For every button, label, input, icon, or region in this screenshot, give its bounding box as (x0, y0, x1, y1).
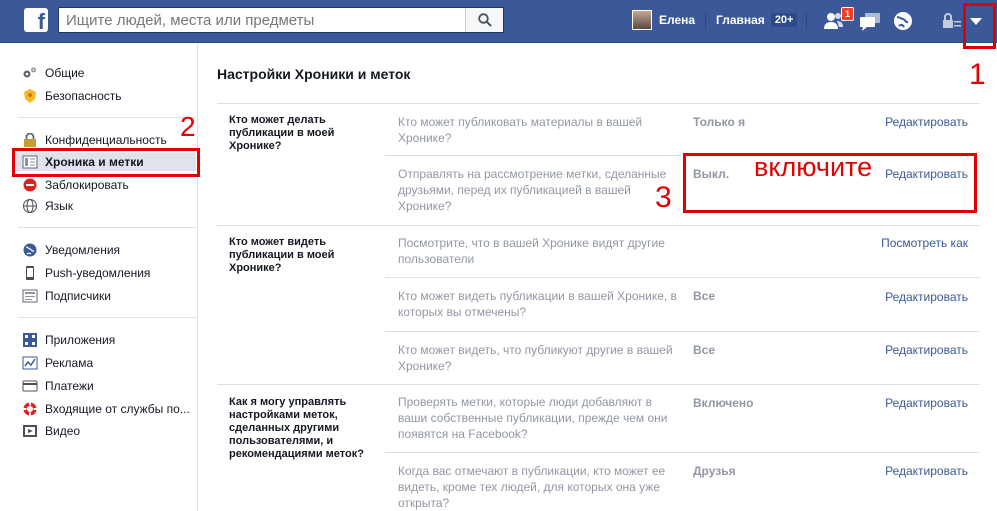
edit-link[interactable]: Редактировать (885, 343, 968, 357)
sidebar-item-label: Входящие от службы по... (45, 402, 190, 416)
page-title: Настройки Хроники и меток (217, 66, 411, 82)
profile-link[interactable]: Елена (632, 10, 695, 30)
sidebar-item-label: Конфиденциальность (45, 133, 167, 147)
annotation-box-2 (12, 148, 200, 177)
sidebar-item-apps[interactable]: Приложения (22, 331, 115, 349)
edit-link[interactable]: Редактировать (885, 290, 968, 304)
annotation-step-1: 1 (969, 58, 986, 91)
sidebar-item-label: Видео (45, 424, 81, 438)
sidebar-item-blocking[interactable]: Заблокировать (22, 176, 129, 194)
sidebar-item-label: Заблокировать (45, 178, 129, 192)
sidebar-item-support-inbox[interactable]: Входящие от службы по... (22, 400, 190, 418)
lock-icon (24, 133, 36, 147)
row-divider (385, 331, 980, 332)
setting-value: Все (693, 289, 716, 303)
sidebar-divider (18, 317, 196, 318)
privacy-shortcuts-icon[interactable] (940, 10, 964, 32)
edit-link[interactable]: Редактировать (885, 396, 968, 410)
facebook-logo[interactable]: f (24, 8, 48, 32)
lifebuoy-icon (23, 402, 37, 416)
sidebar-item-followers[interactable]: Подписчики (22, 287, 111, 305)
badge-icon (24, 89, 36, 103)
section-divider (217, 384, 980, 385)
sidebar-item-security[interactable]: Безопасность (22, 87, 122, 105)
sidebar-item-label: Уведомления (45, 243, 121, 257)
sidebar-item-video[interactable]: Видео (22, 422, 80, 440)
nav-divider (705, 12, 706, 30)
sidebar-item-label: Безопасность (45, 89, 122, 103)
payments-icon (22, 380, 38, 392)
friend-requests-badge: 1 (841, 7, 855, 21)
setting-value: Включено (693, 396, 754, 410)
avatar (632, 10, 652, 30)
sidebar-item-privacy[interactable]: Конфиденциальность (22, 131, 167, 149)
sidebar-divider (18, 227, 196, 228)
section-divider (217, 225, 980, 226)
annotation-box-1 (963, 3, 996, 49)
edit-link[interactable]: Редактировать (885, 115, 968, 129)
search-input[interactable] (59, 8, 459, 32)
row-divider (385, 452, 980, 453)
home-label: Главная (716, 13, 765, 27)
block-icon (23, 178, 37, 192)
sidebar-item-general[interactable]: Общие (22, 64, 84, 82)
rss-icon (22, 289, 38, 303)
sidebar-item-label: Платежи (45, 379, 94, 393)
apps-icon (23, 333, 37, 347)
setting-value: Все (693, 343, 716, 357)
sidebar-item-label: Подписчики (45, 289, 112, 303)
sidebar-item-label: Реклама (45, 356, 94, 370)
nav-divider (806, 12, 807, 30)
setting-question: Кто может видеть публикации в вашей Хрон… (398, 289, 677, 319)
setting-value: Только я (693, 115, 746, 129)
top-bar: f Елена Главная 20+ 1 (0, 0, 997, 43)
video-icon (23, 425, 37, 437)
sidebar-item-push[interactable]: Push-уведомления (22, 264, 150, 282)
messages-icon[interactable] (858, 10, 882, 32)
home-link[interactable]: Главная 20+ (716, 13, 798, 27)
gears-icon (23, 67, 36, 78)
view-as-link[interactable]: Посмотреть как (881, 236, 968, 250)
sidebar-divider (18, 117, 196, 118)
search-box (58, 7, 504, 33)
edit-link[interactable]: Редактировать (885, 464, 968, 478)
phone-icon (26, 266, 34, 280)
row-divider (385, 277, 980, 278)
home-count: 20+ (770, 13, 798, 27)
setting-value: Друзья (693, 464, 736, 478)
sidebar-item-ads[interactable]: Реклама (22, 354, 93, 372)
sidebar-item-payments[interactable]: Платежи (22, 377, 94, 395)
section-label: Кто может делать публикации в моей Хрони… (229, 114, 335, 152)
annotation-hint: включите (754, 152, 873, 182)
user-name: Елена (659, 13, 696, 27)
ads-icon (22, 356, 38, 370)
globe-notif-icon (23, 243, 37, 257)
setting-question: Посмотрите, что в вашей Хронике видят др… (398, 236, 665, 266)
sidebar-item-language[interactable]: Язык (22, 197, 73, 215)
section-label: Как я могу управлять настройками меток, … (229, 396, 364, 460)
sidebar-item-label: Push-уведомления (45, 266, 151, 280)
globe-icon (23, 199, 37, 213)
annotation-step-3: 3 (655, 181, 672, 214)
setting-question: Когда вас отмечают в публикации, кто мож… (398, 464, 666, 510)
setting-question: Кто может публиковать материалы в вашей … (398, 115, 643, 145)
setting-question: Проверять метки, которые люди добавляют … (398, 395, 668, 441)
sidebar-item-label: Приложения (45, 333, 116, 347)
sidebar-item-notifications[interactable]: Уведомления (22, 241, 120, 259)
sidebar-item-label: Общие (45, 66, 85, 80)
search-button[interactable] (465, 8, 503, 32)
setting-question: Кто может видеть, что публикуют другие в… (398, 343, 673, 373)
notifications-globe-icon[interactable] (891, 10, 915, 32)
sidebar-item-label: Язык (45, 199, 74, 213)
setting-question: Отправлять на рассмотрение метки, сделан… (398, 167, 667, 213)
annotation-step-2: 2 (180, 111, 196, 142)
section-divider (217, 103, 980, 104)
search-icon (477, 13, 492, 27)
section-label: Кто может видеть публикации в моей Хрони… (229, 236, 335, 274)
